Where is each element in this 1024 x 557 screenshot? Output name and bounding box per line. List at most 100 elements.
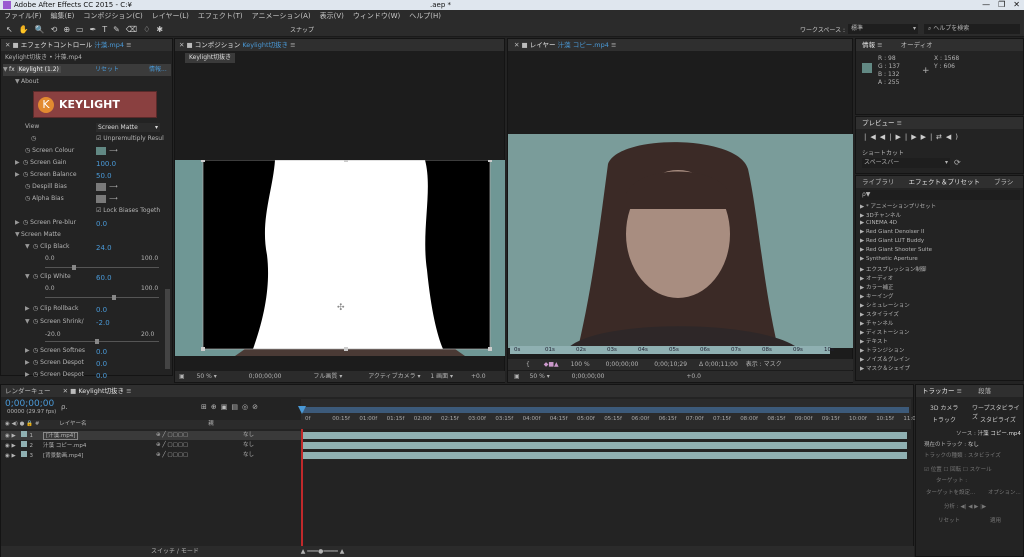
search-icon[interactable]: ρ. <box>61 403 68 411</box>
effect-header-row[interactable]: ▼fx Keylight (1.2) リセット 情報... <box>3 64 171 76</box>
anchor-point-icon[interactable]: ✣ <box>337 303 345 313</box>
lock-biases-checkbox[interactable]: ☑ Lock Biases Togeth <box>96 205 160 217</box>
timeline-switch-icons[interactable]: ⊞⊕▣▤◎⊘ <box>201 403 262 411</box>
effect-category-item[interactable]: ▶ Synthetic Aperture <box>860 256 918 262</box>
layer-percent[interactable]: 100 % <box>571 361 590 368</box>
screen-shrink-row[interactable]: ▼ ◷ Screen Shrink/ <box>25 316 84 328</box>
tab-tracker[interactable]: トラッカー <box>922 387 955 395</box>
tab-effect-target[interactable]: 汁藻.mp4 <box>94 41 124 49</box>
screen-preblur-value[interactable]: 0.0 <box>96 220 107 228</box>
tab-composition-target[interactable]: Keylight切抜き <box>242 41 288 49</box>
screen-despot-white-row[interactable]: ▶ ◷ Screen Despot <box>25 369 84 381</box>
screen-matte-row[interactable]: ▼Screen Matte <box>15 229 61 241</box>
layer-2-bar[interactable] <box>303 442 907 449</box>
tab-effect-controls[interactable]: エフェクトコントロール <box>21 41 93 49</box>
screen-colour-swatch[interactable] <box>96 147 106 155</box>
layer-name[interactable]: 汁藻 コピー.mp4 <box>43 443 86 449</box>
close-icon[interactable]: ✕ <box>5 41 10 49</box>
effect-category-item[interactable]: ▶ Red Giant Denoiser II <box>860 229 924 235</box>
effect-category-item[interactable]: ▶ Red Giant LUT Buddy <box>860 238 924 244</box>
layer-zoom[interactable]: 50 % <box>530 373 545 380</box>
effect-category-item[interactable]: ▶ 3Dチャンネル <box>860 211 901 219</box>
tracker-options-button[interactable]: オプション... <box>988 488 1021 496</box>
view-select[interactable]: Screen Matte ▾ <box>96 123 160 132</box>
menu-icon[interactable]: ≡ <box>290 41 295 49</box>
track-camera-button[interactable]: 3D カメラ <box>930 403 958 412</box>
clip-white-slider-knob[interactable] <box>112 295 117 300</box>
always-preview-icon[interactable]: ▣ <box>179 373 185 380</box>
transform-handle[interactable] <box>488 347 492 351</box>
screen-despot-black-row[interactable]: ▶ ◷ Screen Despot <box>25 357 84 369</box>
about-row[interactable]: ▼About <box>15 76 39 88</box>
shortcut-select[interactable]: スペースバー ▾ <box>862 158 950 168</box>
clip-black-row[interactable]: ▼ ◷ Clip Black <box>25 241 70 253</box>
tab-effects-1[interactable]: エフェクト＆プリセット <box>909 178 981 186</box>
label-color-swatch[interactable] <box>20 451 27 457</box>
switches-modes-toggle[interactable]: スイッチ / モード <box>151 548 199 555</box>
screen-shrink-slider[interactable] <box>45 341 159 342</box>
layer-parent[interactable]: なし <box>243 431 254 440</box>
eyedropper-icon[interactable]: ⟶ <box>109 193 118 205</box>
tab-paragraph[interactable]: 段落 <box>978 387 991 395</box>
composition-subtab[interactable]: Keylight切抜き <box>185 53 236 63</box>
menu-item[interactable]: エフェクト(T) <box>198 12 243 20</box>
tab-composition[interactable]: コンポジション <box>195 41 241 49</box>
effect-category-item[interactable]: ▶ Red Giant Shooter Suite <box>860 247 932 253</box>
tab-effects-0[interactable]: ライブラリ <box>862 178 895 186</box>
effect-category-item[interactable]: ▶ CINEMA 4D <box>860 220 897 226</box>
tracker-reset-button[interactable]: リセット <box>938 516 960 524</box>
screen-gain-row[interactable]: ▶ ◷ Screen Gain <box>15 157 66 169</box>
screen-balance-row[interactable]: ▶ ◷ Screen Balance <box>15 169 77 181</box>
effect-category-item[interactable]: ▶ カラー補正 <box>860 283 894 291</box>
clip-black-value[interactable]: 24.0 <box>96 244 112 252</box>
layer-name[interactable]: [背景動画.mp4] <box>43 453 83 459</box>
layer-viewer[interactable] <box>508 134 853 348</box>
comp-quality[interactable]: フル画質 <box>313 373 337 380</box>
layer-row[interactable]: ◉ ▶ 3 [背景動画.mp4] ⊕ ╱ ▢▢▢▢ なし <box>1 451 301 460</box>
layer-row[interactable]: ◉ ▶ 2 汁藻 コピー.mp4 ⊕ ╱ ▢▢▢▢ なし <box>1 441 301 450</box>
close-icon[interactable]: ✕ <box>179 41 184 49</box>
playback-controls[interactable]: |◀◀|▶|▶▶| <box>864 133 936 141</box>
menu-item[interactable]: 編集(E) <box>51 12 75 20</box>
menu-icon[interactable]: ≡ <box>126 41 131 49</box>
tab-info[interactable]: 情報 <box>862 41 875 49</box>
layer-tools-icons[interactable]: ◆■▲ <box>544 361 559 368</box>
tracker-type-row[interactable]: トラックの種類 : スタビライズ <box>924 451 1001 459</box>
eye-icon[interactable]: ◉ ▶ <box>5 453 18 459</box>
transform-handle[interactable] <box>344 347 348 351</box>
layer-in-time[interactable]: 0;00;00;00 <box>606 361 639 368</box>
transform-handle[interactable] <box>201 160 205 162</box>
effect-category-item[interactable]: ▶ * アニメーションプリセット <box>860 202 936 210</box>
screen-gain-value[interactable]: 100.0 <box>96 160 116 168</box>
layer-name[interactable]: [汁藻.mp4] <box>43 432 79 440</box>
comp-timecode[interactable]: 0;00;00;00 <box>249 373 282 380</box>
tracker-apply-button[interactable]: 適用 <box>990 516 1001 524</box>
effect-category-item[interactable]: ▶ マスク＆シェイプ <box>860 364 910 372</box>
info-link[interactable]: 情報... <box>149 64 167 76</box>
effect-category-item[interactable]: ▶ ノイズ＆グレイン <box>860 355 910 363</box>
effect-category-item[interactable]: ▶ ディストーション <box>860 328 910 336</box>
layer-switches[interactable]: ⊕ ╱ ▢▢▢▢ <box>156 441 188 450</box>
menu-item[interactable]: ファイル(F) <box>4 12 42 20</box>
clip-black-slider[interactable] <box>45 267 159 268</box>
menu-item[interactable]: ウィンドウ(W) <box>353 12 400 20</box>
label-color-swatch[interactable] <box>20 431 27 437</box>
menu-item[interactable]: コンポジション(C) <box>83 12 142 20</box>
screen-balance-value[interactable]: 50.0 <box>96 172 112 180</box>
layer-parent[interactable]: なし <box>243 451 254 460</box>
tab-layer-target[interactable]: 汁藻 コピー.mp4 <box>558 41 609 49</box>
clip-black-slider-knob[interactable] <box>71 265 76 270</box>
effect-name[interactable]: Keylight (1.2) <box>16 66 61 73</box>
layer-timecode[interactable]: 0;00;00;00 <box>572 373 605 380</box>
tab-audio[interactable]: オーディオ <box>901 41 933 49</box>
screen-despot-white-value[interactable]: 0.0 <box>96 372 107 380</box>
label-color-swatch[interactable] <box>20 441 27 447</box>
screen-softness-row[interactable]: ▶ ◷ Screen Softnes <box>25 345 85 357</box>
zoom-slider[interactable]: ▲ ━━━●━━━━ ▲ <box>301 548 345 555</box>
tab-effects-2[interactable]: ブラシ <box>994 178 1013 186</box>
menu-item[interactable]: アニメーション(A) <box>252 12 311 20</box>
comp-views[interactable]: 1 画面 <box>430 373 448 380</box>
clip-white-value[interactable]: 60.0 <box>96 274 112 282</box>
stopwatch-icon[interactable]: ◷ <box>31 133 36 145</box>
tab-render-queue[interactable]: レンダーキュー <box>5 387 51 395</box>
